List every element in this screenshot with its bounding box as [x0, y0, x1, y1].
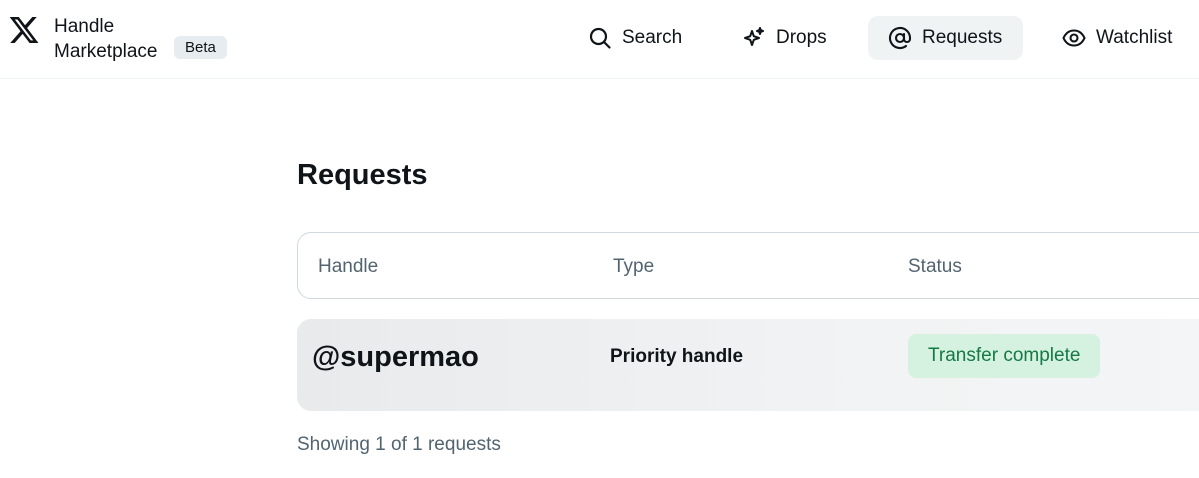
- nav-item-watchlist[interactable]: Watchlist: [1050, 16, 1184, 60]
- table-row[interactable]: @supermao Priority handle Transfer compl…: [297, 319, 1199, 411]
- nav-item-drops[interactable]: Drops: [730, 16, 839, 60]
- top-navigation-bar: Handle Marketplace Beta Search Drops Req…: [0, 0, 1199, 79]
- nav-item-requests[interactable]: Requests: [868, 16, 1023, 60]
- nav-item-label: Requests: [922, 27, 1003, 48]
- results-count: Showing 1 of 1 requests: [297, 434, 501, 455]
- nav-item-label: Watchlist: [1096, 27, 1173, 48]
- sparkle-icon: [742, 26, 766, 50]
- nav-item-label: Search: [622, 27, 683, 48]
- brand[interactable]: Handle Marketplace: [8, 14, 158, 62]
- column-header-type: Type: [613, 256, 655, 277]
- nav-item-label: Drops: [776, 27, 827, 48]
- page-title: Requests: [297, 159, 428, 191]
- x-logo-icon[interactable]: [8, 14, 40, 46]
- at-sign-icon: [888, 26, 912, 50]
- brand-name: Handle Marketplace: [54, 16, 158, 62]
- nav-item-search[interactable]: Search: [576, 16, 694, 60]
- search-icon: [588, 26, 612, 50]
- beta-badge: Beta: [174, 36, 227, 59]
- row-type: Priority handle: [610, 346, 744, 367]
- column-header-handle: Handle: [318, 256, 379, 277]
- column-header-status: Status: [908, 256, 962, 277]
- status-badge: Transfer complete: [908, 334, 1101, 378]
- eye-icon: [1062, 26, 1086, 50]
- table-header: Handle Type Status: [297, 232, 1199, 299]
- row-handle: @supermao: [312, 341, 479, 373]
